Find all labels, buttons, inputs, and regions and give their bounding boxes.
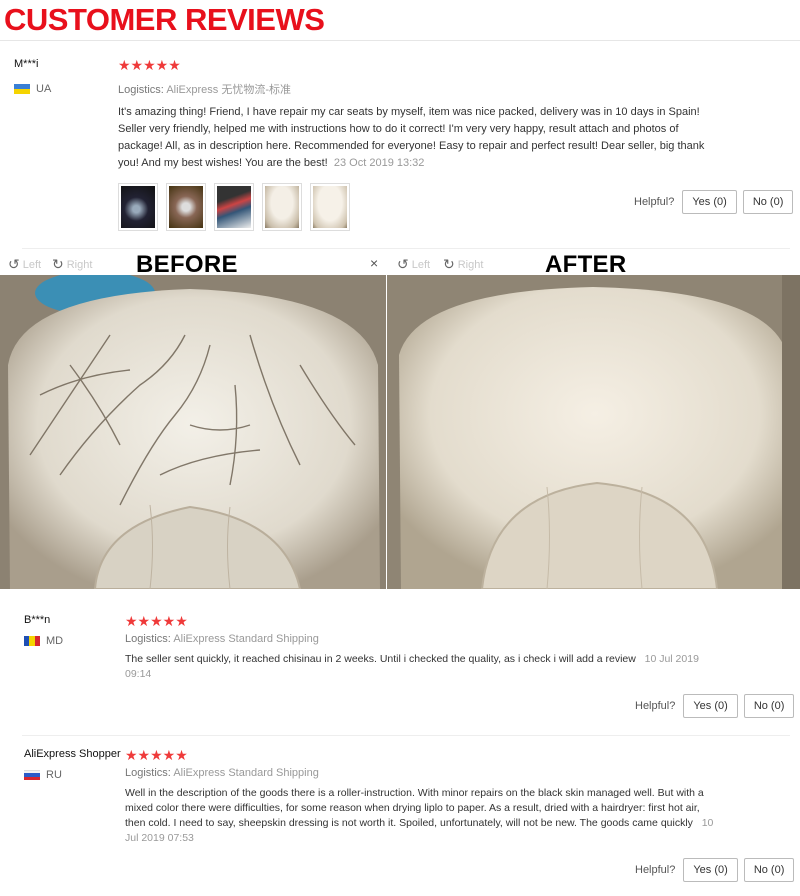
review-photos	[118, 183, 350, 231]
country-code: UA	[36, 83, 52, 95]
after-seat-photo	[387, 275, 800, 589]
rotate-right-control[interactable]: ↻ Right	[52, 256, 92, 273]
reviewer-name: M***i	[14, 58, 39, 70]
review-photo-thumbnail[interactable]	[214, 183, 254, 231]
review-photo-thumbnail[interactable]	[310, 183, 350, 231]
review-text: The seller sent quickly, it reached chis…	[125, 652, 715, 682]
star-rating: ★★★★★	[125, 613, 188, 629]
review-photo-thumbnail[interactable]	[262, 183, 302, 231]
star-rating: ★★★★★	[125, 747, 188, 763]
helpful-no-button[interactable]: No (0)	[742, 190, 794, 214]
flag-md-icon	[24, 636, 40, 646]
after-image-viewer: ↺ Left ↻ Right AFTER	[387, 251, 800, 589]
rotate-left-control[interactable]: ↺ Left	[397, 256, 430, 273]
reviewer-name: AliExpress Shopper	[24, 748, 121, 760]
review-text: Well in the description of the goods the…	[125, 786, 715, 846]
helpful-yes-button[interactable]: Yes (0)	[683, 694, 738, 718]
helpful-label: Helpful?	[634, 196, 675, 208]
review-photo-thumbnail[interactable]	[166, 183, 206, 231]
review-divider	[22, 735, 790, 736]
helpful-vote: Helpful? Yes (0) No (0)	[635, 858, 795, 882]
reviewer-country: UA	[14, 83, 51, 95]
review-text: It's amazing thing! Friend, I have repai…	[118, 104, 708, 172]
review-body: The seller sent quickly, it reached chis…	[125, 653, 636, 665]
review-photo-thumbnail[interactable]	[118, 183, 158, 231]
review-divider	[22, 248, 790, 249]
rotate-right-label: Right	[457, 258, 484, 271]
review-body: Well in the description of the goods the…	[125, 787, 704, 829]
logistics-value: AliExpress 无忧物流-标准	[166, 84, 291, 96]
reviewer-country: MD	[24, 635, 63, 647]
helpful-yes-button[interactable]: Yes (0)	[683, 858, 738, 882]
country-code: MD	[46, 635, 64, 647]
helpful-label: Helpful?	[635, 700, 676, 712]
helpful-no-button[interactable]: No (0)	[743, 858, 795, 882]
viewer-toolbar: ↺ Left ↻ Right BEFORE ×	[0, 251, 386, 278]
flag-ua-icon	[14, 84, 30, 94]
logistics-label: Logistics:	[118, 84, 164, 96]
helpful-vote: Helpful? Yes (0) No (0)	[635, 694, 795, 718]
rotate-right-icon: ↻	[52, 256, 64, 272]
helpful-vote: Helpful? Yes (0) No (0)	[634, 190, 794, 214]
close-icon[interactable]: ×	[370, 255, 378, 271]
logistics-value: AliExpress Standard Shipping	[173, 633, 319, 645]
logistics-info: Logistics: AliExpress Standard Shipping	[125, 767, 319, 779]
logistics-label: Logistics:	[125, 767, 171, 779]
logistics-info: Logistics: AliExpress Standard Shipping	[125, 633, 319, 645]
reviewer-name: B***n	[24, 614, 51, 626]
reviewer-country: RU	[24, 769, 62, 781]
rotate-left-label: Left	[22, 258, 42, 271]
page-title: CUSTOMER REVIEWS	[4, 2, 325, 37]
country-code: RU	[46, 769, 62, 781]
review-date: 23 Oct 2019 13:32	[333, 157, 425, 169]
logistics-value: AliExpress Standard Shipping	[173, 767, 319, 779]
rotate-left-icon: ↺	[397, 256, 409, 272]
rotate-right-control[interactable]: ↻ Right	[443, 256, 483, 273]
logistics-info: Logistics: AliExpress 无忧物流-标准	[118, 81, 291, 97]
logistics-label: Logistics:	[125, 633, 171, 645]
rotate-left-control[interactable]: ↺ Left	[8, 256, 41, 273]
helpful-label: Helpful?	[635, 864, 676, 876]
before-seat-photo	[0, 275, 386, 589]
rotate-left-label: Left	[411, 258, 431, 271]
title-divider	[0, 40, 800, 41]
flag-ru-icon	[24, 770, 40, 780]
star-rating: ★★★★★	[118, 57, 181, 73]
before-image-viewer: ↺ Left ↻ Right BEFORE ×	[0, 251, 386, 589]
helpful-no-button[interactable]: No (0)	[743, 694, 795, 718]
rotate-left-icon: ↺	[8, 256, 20, 272]
helpful-yes-button[interactable]: Yes (0)	[682, 190, 737, 214]
rotate-right-label: Right	[66, 258, 93, 271]
rotate-right-icon: ↻	[443, 256, 455, 272]
viewer-toolbar: ↺ Left ↻ Right AFTER	[387, 251, 800, 278]
